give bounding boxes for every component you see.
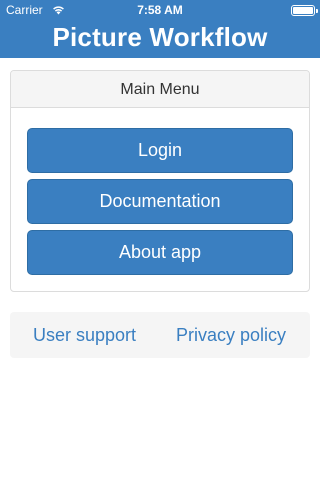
about-app-button[interactable]: About app xyxy=(27,230,293,275)
documentation-button[interactable]: Documentation xyxy=(27,179,293,224)
footer-links-panel: User support Privacy policy xyxy=(10,312,310,358)
privacy-policy-link[interactable]: Privacy policy xyxy=(176,312,286,358)
battery-icon xyxy=(291,5,318,16)
app-title: Picture Workflow xyxy=(52,22,268,52)
user-support-link[interactable]: User support xyxy=(33,312,136,358)
login-button[interactable]: Login xyxy=(27,128,293,173)
status-time: 7:58 AM xyxy=(137,3,183,17)
status-bar: Carrier 7:58 AM xyxy=(0,0,320,20)
main-menu-panel: Main Menu Login Documentation About app xyxy=(10,70,310,292)
app-header: Carrier 7:58 AM Picture Workflow xyxy=(0,0,320,58)
main-menu-heading: Main Menu xyxy=(11,71,309,108)
